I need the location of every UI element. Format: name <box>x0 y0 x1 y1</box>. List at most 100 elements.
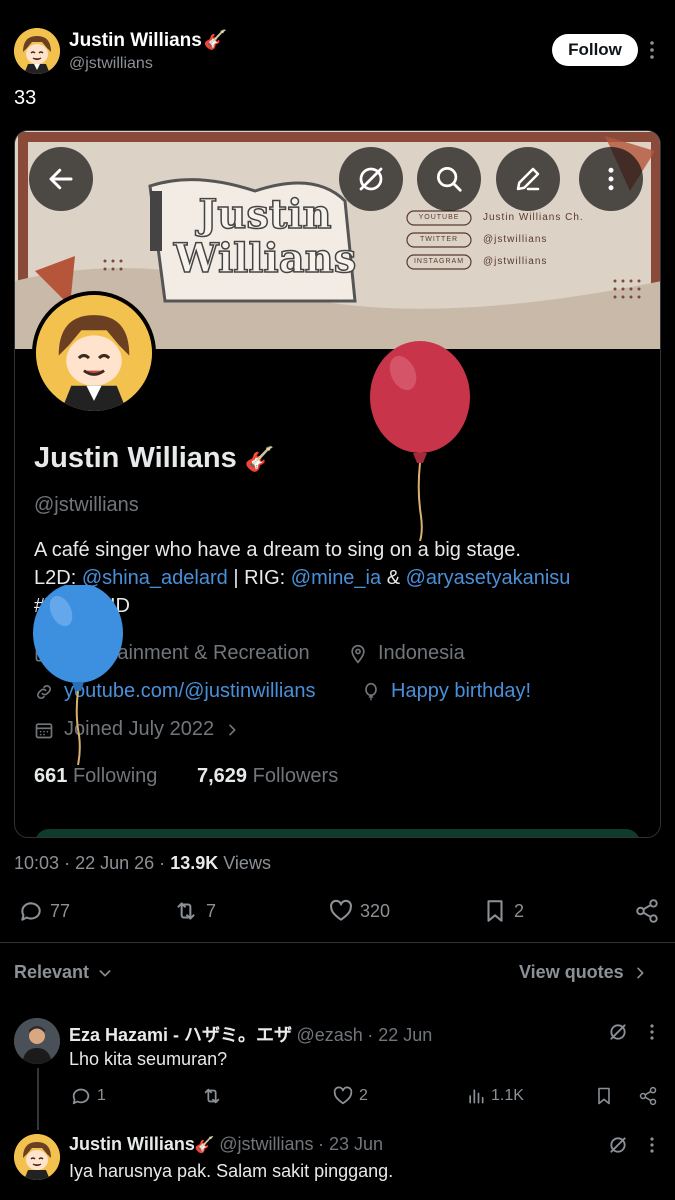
back-arrow-icon <box>49 168 73 190</box>
banner-logo: Justin Willians <box>165 191 365 282</box>
reply-date: · 22 Jun <box>367 1025 433 1045</box>
author-avatar[interactable] <box>14 28 60 74</box>
repost-icon <box>204 1088 220 1104</box>
followers-number: 7,629 <box>197 765 248 787</box>
heart-icon <box>330 899 352 921</box>
reply-like-count: 2 <box>359 1087 368 1104</box>
post-time: 10:03 <box>14 853 60 873</box>
bookmark-count: 2 <box>514 900 525 921</box>
reply2-author-name[interactable]: Justin Willians <box>69 1134 195 1154</box>
birthday-text[interactable]: Happy birthday! <box>391 680 531 703</box>
author-handle[interactable]: @jstwillians <box>69 55 153 73</box>
reply-reply-action[interactable]: 1 <box>70 1085 106 1107</box>
repost-icon <box>177 902 195 920</box>
reply-bookmark-action[interactable] <box>594 1085 614 1107</box>
reply-avatar-justin[interactable] <box>14 1134 60 1180</box>
author-name[interactable]: Justin Willians 🎸 <box>69 28 228 52</box>
reply-header: Eza Hazami - ハザミ。エザ @ezash · 22 Jun <box>69 1021 432 1047</box>
chevron-down-icon <box>99 969 111 976</box>
bio-rig-label: | RIG: <box>233 567 286 589</box>
reply-views-count: 1.1K <box>491 1087 524 1104</box>
banner-row-youtube: YOUTUBE <box>418 214 460 221</box>
following-label: Following <box>72 765 158 787</box>
followers-label: Followers <box>252 765 339 787</box>
reply-text: Lho kita seumuran? <box>69 1049 228 1069</box>
profile-name: Justin Willians 🎸 <box>34 442 275 474</box>
location-text: Indonesia <box>378 642 465 664</box>
blue-balloon <box>33 585 123 765</box>
reply-repost-action[interactable] <box>200 1085 224 1107</box>
guitar-emoji: 🎸 <box>203 30 228 51</box>
views-count: 13.9K <box>170 853 219 873</box>
bio-link-arya[interactable]: @aryasetyakanisu <box>406 567 571 589</box>
banner-row-instagram-value: @jstwillians <box>483 256 548 267</box>
reply-count: 77 <box>50 900 71 921</box>
post-date: 22 Jun 26 <box>75 853 155 873</box>
reply-views-action[interactable]: 1.1K <box>466 1085 524 1107</box>
balloon-icon <box>365 682 377 700</box>
grok-button[interactable] <box>339 147 403 211</box>
profile-avatar[interactable] <box>32 291 156 415</box>
reply-author-name[interactable]: Eza Hazami - ハザミ。エザ <box>69 1025 292 1045</box>
banner-logo-line1: Justin <box>198 191 333 238</box>
edit-button[interactable] <box>496 147 560 211</box>
reply2-grok-icon[interactable] <box>608 1135 628 1160</box>
location-pin-icon <box>351 644 365 664</box>
like-action[interactable]: 320 <box>328 898 390 924</box>
following-count[interactable]: 661 Following <box>34 765 157 788</box>
share-action[interactable] <box>634 898 660 924</box>
more-vertical-icon <box>608 167 614 191</box>
back-button[interactable] <box>29 147 93 211</box>
reply-author-handle[interactable]: @ezash <box>297 1025 363 1045</box>
sort-label: Relevant <box>14 962 90 982</box>
search-button[interactable] <box>417 147 481 211</box>
banner-row-instagram: INSTAGRAM <box>413 258 465 265</box>
reply-icon <box>21 902 41 921</box>
red-balloon <box>370 341 470 541</box>
post-text: 33 <box>14 87 37 109</box>
heart-icon <box>333 1086 353 1105</box>
follow-button[interactable]: Follow <box>552 34 638 66</box>
more-button[interactable] <box>579 147 643 211</box>
bookmark-action[interactable]: 2 <box>482 898 524 924</box>
views-label: Views <box>223 853 271 873</box>
share-icon <box>636 899 658 923</box>
banner-row-twitter: TWITTER <box>419 236 459 243</box>
profile-handle: @jstwillians <box>34 494 139 516</box>
chevron-right-icon <box>636 967 644 978</box>
repost-action[interactable]: 7 <box>172 898 216 924</box>
share-icon <box>639 1086 657 1106</box>
view-quotes-link[interactable]: View quotes <box>519 962 648 983</box>
sort-dropdown[interactable]: Relevant <box>14 962 113 983</box>
bio-ampersand: & <box>386 567 401 589</box>
reply-action[interactable]: 77 <box>18 898 70 924</box>
search-icon <box>437 167 462 192</box>
reply2-more-icon[interactable] <box>645 1135 659 1160</box>
bio-line-1: A café singer who have a dream to sing o… <box>34 539 521 561</box>
thread-line <box>37 1068 39 1130</box>
bio-link-mine[interactable]: @mine_ia <box>291 567 381 589</box>
reply-grok-icon[interactable] <box>608 1022 628 1047</box>
timestamp-dot: · <box>64 853 71 873</box>
divider <box>0 942 675 943</box>
more-options-icon[interactable] <box>645 38 659 62</box>
reply2-author-handle[interactable]: @jstwillians <box>219 1134 313 1154</box>
views-dot: · <box>159 853 166 873</box>
profile-location: Indonesia <box>348 642 465 665</box>
banner-row-youtube-value: Justin Willians Ch. <box>483 212 584 223</box>
banner-logo-line2: Willians <box>173 235 357 282</box>
reply-share-action[interactable] <box>638 1085 658 1107</box>
banner-row-twitter-value: @jstwillians <box>483 234 548 245</box>
attached-image[interactable]: Justin Willians YOUTUBE Justin Willians … <box>14 130 661 838</box>
reply-more-icon[interactable] <box>645 1022 659 1047</box>
reply-like-action[interactable]: 2 <box>332 1085 368 1107</box>
edit-icon <box>516 167 540 191</box>
like-count: 320 <box>360 900 391 921</box>
chevron-right-icon <box>229 724 236 735</box>
followers-count[interactable]: 7,629 Followers <box>197 765 338 788</box>
profile-birthday[interactable]: Happy birthday! <box>361 680 531 703</box>
reply-reply-count: 1 <box>97 1087 106 1104</box>
following-number: 661 <box>34 765 68 787</box>
reply-avatar-eza[interactable] <box>14 1018 60 1064</box>
post-timestamp[interactable]: 10:03 · 22 Jun 26 · 13.9K Views <box>14 853 271 874</box>
